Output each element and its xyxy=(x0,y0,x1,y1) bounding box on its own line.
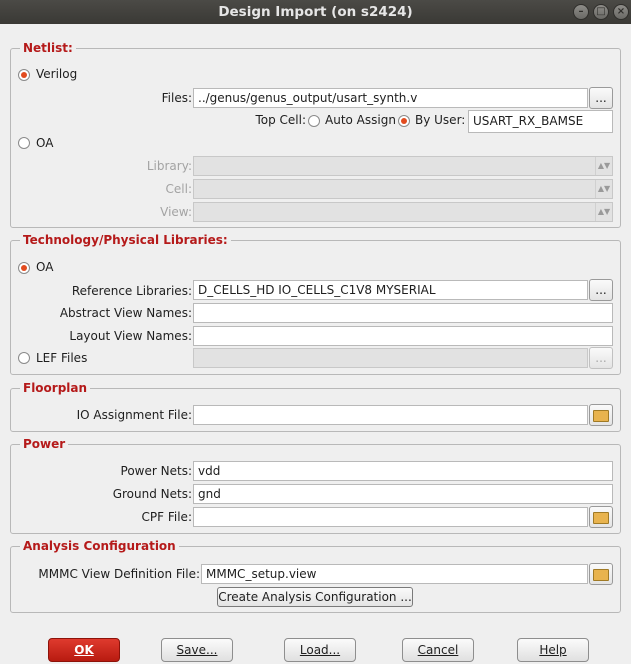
top-cell-label: Top Cell: xyxy=(255,113,306,127)
chevron-down-icon: ▲▼ xyxy=(595,203,612,221)
netlist-group xyxy=(10,48,621,228)
lef-files-input[interactable] xyxy=(193,348,588,368)
analysis-group-label: Analysis Configuration xyxy=(20,539,179,553)
files-browse-button[interactable]: ... xyxy=(589,87,613,109)
chevron-down-icon: ▲▼ xyxy=(595,180,612,198)
cell-select[interactable]: ▲▼ xyxy=(193,179,613,199)
library-select[interactable]: ▲▼ xyxy=(193,156,613,176)
ref-libs-browse-button[interactable]: ... xyxy=(589,279,613,301)
cpf-browse-button[interactable] xyxy=(589,506,613,528)
oa-netlist-label: OA xyxy=(36,136,54,150)
cancel-button[interactable]: Cancel xyxy=(402,638,474,662)
title-bar: Design Import (on s2424) – □ × xyxy=(0,0,631,24)
lef-files-label: LEF Files xyxy=(36,351,88,365)
top-cell-input[interactable]: USART_RX_BAMSE xyxy=(468,110,613,133)
ground-nets-input[interactable]: gnd xyxy=(193,484,613,504)
minimize-icon[interactable]: – xyxy=(573,4,589,20)
library-label: Library: xyxy=(146,159,192,173)
view-label: View: xyxy=(160,205,192,219)
abstract-view-input[interactable] xyxy=(193,303,613,323)
oa-tech-label: OA xyxy=(36,260,54,274)
create-analysis-config-button[interactable]: Create Analysis Configuration ... xyxy=(217,587,413,607)
mmmc-browse-button[interactable] xyxy=(589,563,613,585)
save-button[interactable]: Save... xyxy=(161,638,233,662)
cancel-button-label: Cancel xyxy=(417,643,459,657)
maximize-icon[interactable]: □ xyxy=(593,4,609,20)
folder-icon xyxy=(593,512,609,524)
verilog-radio[interactable] xyxy=(18,69,30,81)
tech-group-label: Technology/Physical Libraries: xyxy=(20,233,231,247)
power-nets-input[interactable]: vdd xyxy=(193,461,613,481)
lef-browse-button[interactable]: ... xyxy=(589,347,613,369)
files-label: Files: xyxy=(161,91,192,105)
power-group-label: Power xyxy=(20,437,69,451)
load-button-label: Load... xyxy=(299,643,341,657)
ref-libs-input[interactable]: D_CELLS_HD IO_CELLS_C1V8 MYSERIAL xyxy=(193,280,588,300)
oa-netlist-radio[interactable] xyxy=(18,137,30,149)
mmmc-input[interactable]: MMMC_setup.view xyxy=(201,564,588,584)
close-icon[interactable]: × xyxy=(613,4,629,20)
layout-view-input[interactable] xyxy=(193,326,613,346)
auto-assign-label: Auto Assign xyxy=(325,113,396,127)
chevron-down-icon: ▲▼ xyxy=(595,157,612,175)
io-assignment-label: IO Assignment File: xyxy=(76,408,192,422)
mmmc-label: MMMC View Definition File: xyxy=(38,567,200,581)
files-input[interactable]: ../genus/genus_output/usart_synth.v xyxy=(193,88,588,108)
window-title: Design Import (on s2424) xyxy=(218,4,413,20)
layout-view-label: Layout View Names: xyxy=(69,329,192,343)
netlist-group-label: Netlist: xyxy=(20,41,76,55)
folder-icon xyxy=(593,569,609,581)
ref-libs-label: Reference Libraries: xyxy=(71,284,192,298)
cpf-file-label: CPF File: xyxy=(141,510,192,524)
help-button[interactable]: Help xyxy=(517,638,589,662)
lef-files-radio[interactable] xyxy=(18,352,30,364)
ground-nets-label: Ground Nets: xyxy=(112,487,192,501)
by-user-label: By User: xyxy=(415,113,466,127)
folder-icon xyxy=(593,410,609,422)
io-assignment-input[interactable] xyxy=(193,405,588,425)
view-select[interactable]: ▲▼ xyxy=(193,202,613,222)
ok-button-label: OK xyxy=(74,643,94,657)
load-button[interactable]: Load... xyxy=(284,638,356,662)
abstract-view-label: Abstract View Names: xyxy=(59,306,192,320)
power-nets-label: Power Nets: xyxy=(120,464,192,478)
floorplan-group-label: Floorplan xyxy=(20,381,91,395)
by-user-radio[interactable] xyxy=(398,115,410,127)
cpf-file-input[interactable] xyxy=(193,507,588,527)
help-button-label: Help xyxy=(539,643,567,657)
oa-tech-radio[interactable] xyxy=(18,262,30,274)
cell-label: Cell: xyxy=(165,182,192,196)
save-button-label: Save... xyxy=(176,643,218,657)
verilog-label: Verilog xyxy=(36,67,78,81)
io-browse-button[interactable] xyxy=(589,404,613,426)
auto-assign-radio[interactable] xyxy=(308,115,320,127)
ok-button[interactable]: OK xyxy=(48,638,120,662)
